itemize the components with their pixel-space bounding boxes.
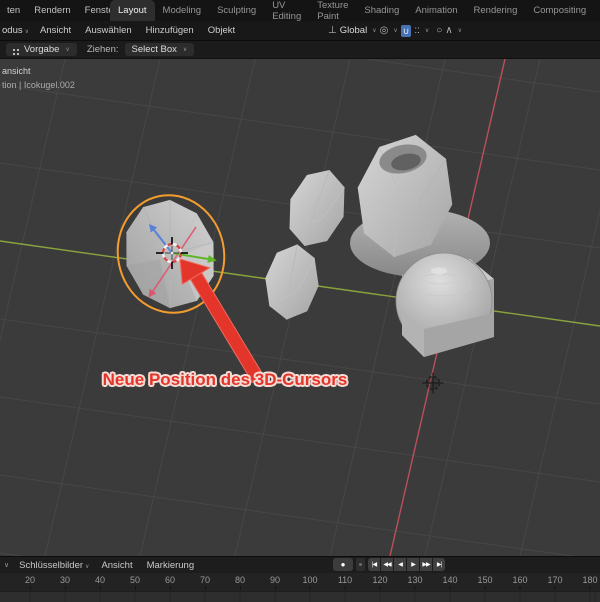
timeline-track[interactable] [0, 591, 600, 602]
workspace-tab[interactable]: Texture Paint [309, 0, 356, 21]
frame-tick: 180 [582, 575, 597, 590]
timeline-header: ∨ Schlüsselbilder∨ Ansicht Markierung ● … [0, 557, 600, 573]
chevron-down-icon[interactable]: ∨ [0, 561, 13, 569]
chevron-down-icon: ∨ [65, 46, 69, 53]
workspace-tab[interactable]: Animation [407, 0, 465, 21]
frame-tick: 50 [130, 575, 140, 590]
drag-mode-dropdown[interactable]: Select Box ∨ [125, 43, 195, 56]
next-keyframe-button[interactable]: ▶▶ [420, 558, 432, 571]
viewport-menu[interactable]: Hinzufügen [139, 25, 201, 36]
chevron-down-icon[interactable]: ∨ [393, 27, 397, 34]
frame-tick: 160 [512, 575, 527, 590]
frame-tick: 30 [60, 575, 70, 590]
timeline-menu[interactable]: Ansicht [95, 560, 140, 571]
workspace-tab[interactable]: Rendering [466, 0, 526, 21]
sync-button[interactable] [356, 558, 365, 571]
frame-tick: 60 [165, 575, 175, 590]
view-name-overlay: ansicht [2, 66, 31, 76]
workspace-tab[interactable]: Sculpting [209, 0, 264, 21]
frame-tick: 40 [95, 575, 105, 590]
snap-magnet-icon[interactable]: ∪ [401, 25, 412, 37]
workspace-tabs: LayoutModelingSculptingUV EditingTexture… [110, 0, 600, 21]
frame-tick: 140 [442, 575, 457, 590]
jump-to-start-button[interactable]: |◀ [368, 558, 380, 571]
snap-mode-icon[interactable]: :: [414, 25, 420, 36]
falloff-curve-icon[interactable]: ∧ [445, 25, 452, 36]
prev-keyframe-button[interactable]: ◀◀ [381, 558, 393, 571]
frame-tick: 20 [25, 575, 35, 590]
auto-keying-button[interactable]: ● [333, 558, 353, 571]
timeline-menu[interactable]: Schlüsselbilder∨ [13, 560, 95, 571]
workspace-tab[interactable]: Geometry Nodes [594, 0, 600, 21]
tool-settings-bar: Vorgabe ∨ Ziehen: Select Box ∨ [0, 41, 600, 59]
workspace-tab[interactable]: UV Editing [264, 0, 309, 21]
timeline-ruler[interactable]: 10 20 30 40 50 60 70 80 90 100 110 [0, 573, 600, 591]
transform-snap-cluster: ⊥ Global ∨ ◎ ∨ ∪ :: ∨ ○ ∧ ∨ [328, 21, 462, 40]
viewport-menu[interactable]: Auswählen [78, 25, 138, 36]
timeline-editor: ∨ Schlüsselbilder∨ Ansicht Markierung ● … [0, 556, 600, 601]
timeline-menu[interactable]: Markierung [141, 560, 203, 571]
frame-tick: 110 [338, 575, 352, 590]
3d-viewport-scene [0, 59, 600, 556]
viewport-menu[interactable]: Ansicht [33, 25, 78, 36]
frame-tick: 120 [372, 575, 387, 590]
jump-to-end-button[interactable]: ▶| [433, 558, 445, 571]
workspace-tab[interactable]: Shading [356, 0, 407, 21]
frame-tick: 100 [302, 575, 317, 590]
pivot-point-icon[interactable]: ◎ [380, 25, 389, 36]
play-reverse-button[interactable]: ◀ [394, 558, 406, 571]
chevron-down-icon[interactable]: ∨ [458, 27, 462, 34]
viewport-header: odus∨ AnsichtAuswählenHinzufügenObjekt ⊥… [0, 21, 600, 41]
chevron-down-icon: ∨ [25, 29, 29, 35]
frame-tick: 80 [235, 575, 245, 590]
annotation-text: Neue Position des 3D-Cursors [85, 370, 365, 390]
frame-tick: 70 [200, 575, 210, 590]
playback-controls: ● |◀◀◀◀▶▶▶▶| [333, 558, 445, 571]
frame-tick: 150 [477, 575, 492, 590]
proportional-editing-icon[interactable]: ○ [436, 25, 442, 36]
frame-tick: 130 [407, 575, 422, 590]
play-button[interactable]: ▶ [407, 558, 419, 571]
frame-tick: 170 [547, 575, 562, 590]
chevron-down-icon[interactable]: ∨ [425, 27, 429, 34]
topbar-menu[interactable]: Rendern [27, 5, 77, 16]
workspace-tab[interactable]: Modeling [155, 0, 210, 21]
3d-viewport[interactable]: ansicht tion | Icokugel.002 Neue Positio… [0, 59, 600, 556]
active-tool-icon [13, 49, 15, 51]
mode-selector[interactable]: odus∨ [0, 25, 33, 36]
viewport-menu[interactable]: Objekt [201, 25, 242, 36]
topbar: tenRendernFensterHilfe LayoutModelingScu… [0, 0, 600, 22]
active-object-overlay: tion | Icokugel.002 [2, 80, 75, 90]
topbar-menu[interactable]: ten [0, 5, 27, 16]
frame-tick: 90 [270, 575, 280, 590]
chevron-down-icon: ∨ [183, 46, 187, 53]
drag-label: Ziehen: [87, 44, 119, 55]
workspace-tab[interactable]: Layout [110, 0, 155, 21]
record-icon: ● [341, 560, 346, 569]
orientation-dropdown[interactable]: Global [340, 25, 367, 36]
workspace-tab[interactable]: Compositing [525, 0, 594, 21]
tool-preset-dropdown[interactable]: Vorgabe ∨ [6, 43, 77, 56]
chevron-down-icon[interactable]: ∨ [372, 27, 376, 34]
transform-orientation-icon[interactable]: ⊥ [328, 25, 337, 36]
